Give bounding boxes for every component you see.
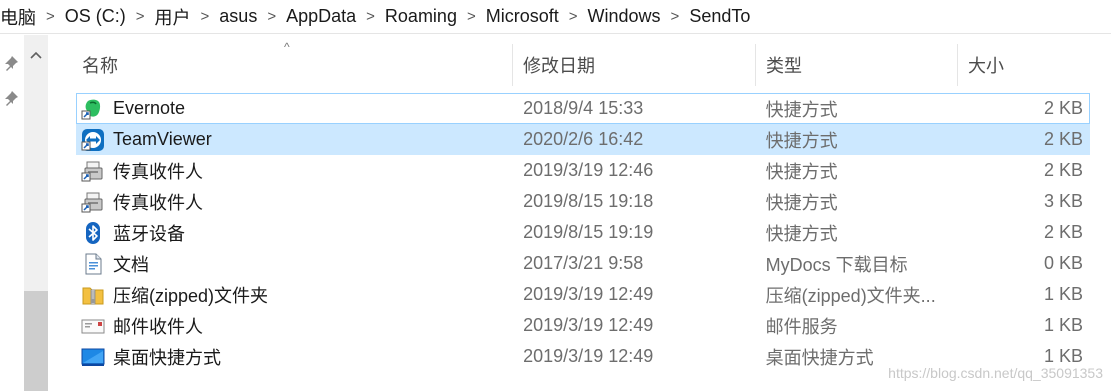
column-header-date[interactable]: 修改日期	[513, 44, 756, 86]
file-name: 桌面快捷方式	[113, 347, 221, 368]
breadcrumb-separator-icon[interactable]: >	[667, 8, 684, 25]
breadcrumb-item-microsoft[interactable]: Microsoft	[480, 6, 565, 27]
file-row[interactable]: 传真收件人 2019/8/15 19:18 快捷方式 3 KB	[76, 186, 1090, 217]
quick-access-pin-strip	[0, 35, 24, 391]
file-type: MyDocs 下载目标	[765, 254, 908, 275]
column-header-size-label: 大小	[968, 56, 1004, 76]
breadcrumb-separator-icon[interactable]: >	[565, 8, 582, 25]
file-size: 1 KB	[1043, 315, 1084, 335]
file-type: 压缩(zipped)文件夹...	[765, 285, 936, 306]
column-header-name-label: 名称	[82, 56, 118, 76]
mail-recipient-icon	[81, 319, 105, 333]
breadcrumb-item-drive[interactable]: OS (C:)	[59, 6, 132, 27]
column-header: ^ 名称 修改日期 类型 大小	[76, 40, 1096, 86]
file-type: 快捷方式	[765, 192, 838, 213]
file-date: 2018/9/4 15:33	[523, 98, 644, 118]
column-header-date-label: 修改日期	[523, 56, 595, 76]
file-name: 邮件收件人	[113, 316, 203, 337]
navigation-pane-scrollbar[interactable]	[24, 35, 48, 391]
watermark-url: https://blog.csdn.net/qq_35091353	[888, 365, 1103, 381]
column-header-type[interactable]: 类型	[756, 44, 958, 86]
file-size: 1 KB	[1043, 284, 1084, 304]
file-name: 压缩(zipped)文件夹	[113, 285, 269, 306]
bluetooth-shortcut-icon	[86, 221, 100, 244]
file-type: 快捷方式	[765, 130, 838, 151]
file-size: 2 KB	[1043, 98, 1084, 118]
file-size: 2 KB	[1043, 160, 1084, 180]
file-type: 快捷方式	[765, 161, 838, 182]
file-size: 0 KB	[1043, 253, 1084, 273]
breadcrumb-item-roaming[interactable]: Roaming	[379, 6, 463, 27]
file-name: 文档	[113, 254, 149, 275]
breadcrumb-separator-icon[interactable]: >	[463, 8, 480, 25]
breadcrumb-separator-icon[interactable]: >	[362, 8, 379, 25]
pin-icon[interactable]	[3, 90, 19, 106]
file-type: 快捷方式	[765, 223, 838, 244]
file-date: 2019/3/19 12:49	[523, 284, 654, 304]
column-header-type-label: 类型	[766, 56, 802, 76]
file-row[interactable]: 压缩(zipped)文件夹 2019/3/19 12:49 压缩(zipped)…	[76, 279, 1090, 310]
breadcrumb-item-user[interactable]: asus	[213, 6, 263, 27]
evernote-shortcut-icon	[81, 99, 101, 119]
file-size: 2 KB	[1043, 222, 1084, 242]
file-date: 2019/3/19 12:49	[523, 346, 654, 366]
file-date: 2019/8/15 19:18	[523, 191, 654, 211]
breadcrumb-separator-icon[interactable]: >	[132, 8, 149, 25]
breadcrumb-item-windows[interactable]: Windows	[582, 6, 667, 27]
file-size: 1 KB	[1043, 346, 1084, 366]
scrollbar-thumb[interactable]	[24, 291, 48, 391]
breadcrumb-separator-icon[interactable]: >	[197, 8, 214, 25]
sort-ascending-icon: ^	[284, 40, 290, 54]
file-row[interactable]: 文档 2017/3/21 9:58 MyDocs 下载目标 0 KB	[76, 248, 1090, 279]
file-name: 蓝牙设备	[113, 223, 185, 244]
file-date: 2019/3/19 12:49	[523, 315, 654, 335]
breadcrumb-separator-icon[interactable]: >	[263, 8, 280, 25]
file-type: 快捷方式	[765, 99, 838, 120]
breadcrumb-item-computer[interactable]: 电脑	[0, 4, 42, 30]
file-date: 2017/3/21 9:58	[523, 253, 644, 273]
file-row[interactable]: 蓝牙设备 2019/8/15 19:19 快捷方式 2 KB	[76, 217, 1090, 248]
pin-icon[interactable]	[3, 55, 19, 71]
desktop-shortcut-icon	[81, 348, 105, 366]
file-name: TeamViewer	[113, 129, 212, 149]
breadcrumb-item-sendto[interactable]: SendTo	[683, 6, 756, 27]
column-header-name[interactable]: ^ 名称	[76, 40, 513, 86]
documents-icon	[85, 253, 102, 274]
fax-shortcut-icon	[81, 192, 103, 212]
file-date: 2020/2/6 16:42	[523, 129, 644, 149]
scroll-up-chevron-icon[interactable]	[24, 45, 48, 65]
file-size: 3 KB	[1043, 191, 1084, 211]
file-row[interactable]: 邮件收件人 2019/3/19 12:49 邮件服务 1 KB	[76, 310, 1090, 341]
file-name: Evernote	[113, 98, 186, 118]
file-row[interactable]: 传真收件人 2019/3/19 12:46 快捷方式 2 KB	[76, 155, 1090, 186]
zip-folder-icon	[82, 287, 104, 304]
file-name: 传真收件人	[113, 161, 203, 182]
breadcrumb-item-appdata[interactable]: AppData	[280, 6, 362, 27]
file-name: 传真收件人	[113, 192, 203, 213]
file-date: 2019/8/15 19:19	[523, 222, 654, 242]
teamviewer-shortcut-icon	[81, 128, 104, 151]
breadcrumb-item-users[interactable]: 用户	[149, 4, 197, 30]
column-header-size[interactable]: 大小	[958, 44, 1096, 86]
file-date: 2019/3/19 12:46	[523, 160, 654, 180]
breadcrumb-separator-icon[interactable]: >	[42, 8, 59, 25]
file-size: 2 KB	[1043, 129, 1084, 149]
file-type: 邮件服务	[765, 316, 838, 337]
fax-shortcut-icon	[81, 161, 103, 181]
file-list: Evernote 2018/9/4 15:33 快捷方式 2 KB TeamVi…	[76, 93, 1090, 372]
file-row[interactable]: TeamViewer 2020/2/6 16:42 快捷方式 2 KB	[76, 124, 1090, 155]
file-row[interactable]: Evernote 2018/9/4 15:33 快捷方式 2 KB	[76, 93, 1090, 124]
breadcrumb: 电脑 > OS (C:) > 用户 > asus > AppData > Roa…	[0, 0, 1111, 34]
